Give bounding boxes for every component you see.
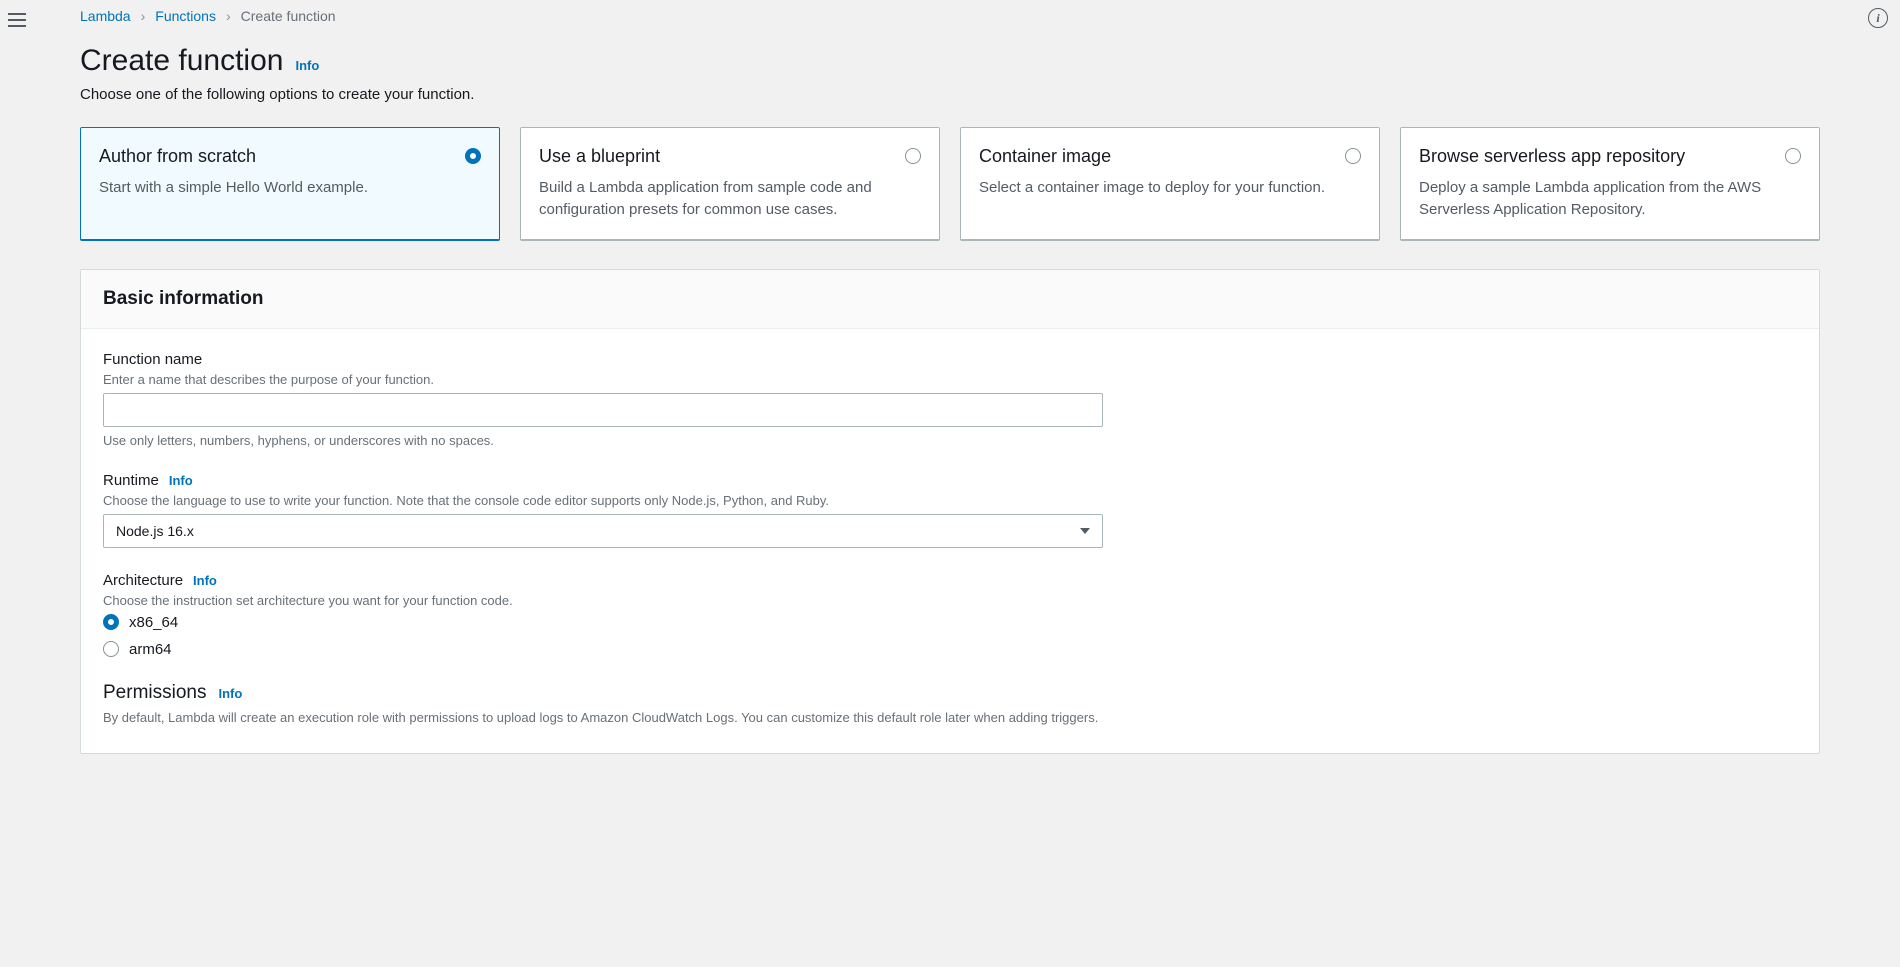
info-link[interactable]: Info [295, 58, 319, 73]
breadcrumb-functions[interactable]: Functions [155, 8, 216, 24]
caret-down-icon [1080, 528, 1090, 534]
radio-icon [1785, 148, 1801, 164]
permissions-label: Permissions [103, 682, 206, 704]
option-title: Use a blueprint [539, 146, 921, 167]
function-name-label: Function name [103, 351, 202, 368]
menu-toggle-icon[interactable] [8, 8, 32, 32]
chevron-right-icon: › [226, 8, 231, 24]
architecture-helper: Choose the instruction set architecture … [103, 593, 1797, 608]
option-title: Browse serverless app repository [1419, 146, 1801, 167]
option-title: Container image [979, 146, 1361, 167]
runtime-label: Runtime [103, 472, 159, 489]
architecture-label: Architecture [103, 572, 183, 589]
info-icon[interactable]: i [1868, 8, 1888, 28]
option-title: Author from scratch [99, 146, 481, 167]
runtime-info-link[interactable]: Info [169, 473, 193, 488]
radio-icon [465, 148, 481, 164]
architecture-info-link[interactable]: Info [193, 573, 217, 588]
breadcrumb-lambda[interactable]: Lambda [80, 8, 131, 24]
breadcrumb: Lambda › Functions › Create function [80, 8, 1820, 24]
permissions-helper: By default, Lambda will create an execut… [103, 710, 1797, 725]
chevron-right-icon: › [141, 8, 146, 24]
option-author-from-scratch[interactable]: Author from scratch Start with a simple … [80, 127, 500, 241]
option-desc: Select a container image to deploy for y… [979, 177, 1361, 199]
option-desc: Start with a simple Hello World example. [99, 177, 481, 199]
architecture-x86-label: x86_64 [129, 614, 178, 631]
page-description: Choose one of the following options to c… [80, 86, 1820, 103]
basic-information-panel: Basic information Function name Enter a … [80, 269, 1820, 754]
breadcrumb-current: Create function [241, 8, 336, 24]
architecture-arm64-label: arm64 [129, 641, 172, 658]
function-name-helper: Enter a name that describes the purpose … [103, 372, 1797, 387]
option-container-image[interactable]: Container image Select a container image… [960, 127, 1380, 241]
radio-icon [103, 614, 119, 630]
function-name-constraint: Use only letters, numbers, hyphens, or u… [103, 433, 1797, 448]
permissions-info-link[interactable]: Info [218, 686, 242, 701]
page-title: Create function [80, 44, 283, 78]
runtime-select[interactable]: Node.js 16.x [103, 514, 1103, 548]
architecture-x86-radio[interactable]: x86_64 [103, 614, 1797, 631]
panel-title: Basic information [103, 288, 1797, 310]
function-name-input[interactable] [103, 393, 1103, 427]
radio-icon [1345, 148, 1361, 164]
option-use-blueprint[interactable]: Use a blueprint Build a Lambda applicati… [520, 127, 940, 241]
runtime-value: Node.js 16.x [116, 523, 194, 539]
radio-icon [103, 641, 119, 657]
radio-icon [905, 148, 921, 164]
option-desc: Deploy a sample Lambda application from … [1419, 177, 1801, 221]
option-serverless-repo[interactable]: Browse serverless app repository Deploy … [1400, 127, 1820, 241]
architecture-arm64-radio[interactable]: arm64 [103, 641, 1797, 658]
option-desc: Build a Lambda application from sample c… [539, 177, 921, 221]
runtime-helper: Choose the language to use to write your… [103, 493, 1797, 508]
